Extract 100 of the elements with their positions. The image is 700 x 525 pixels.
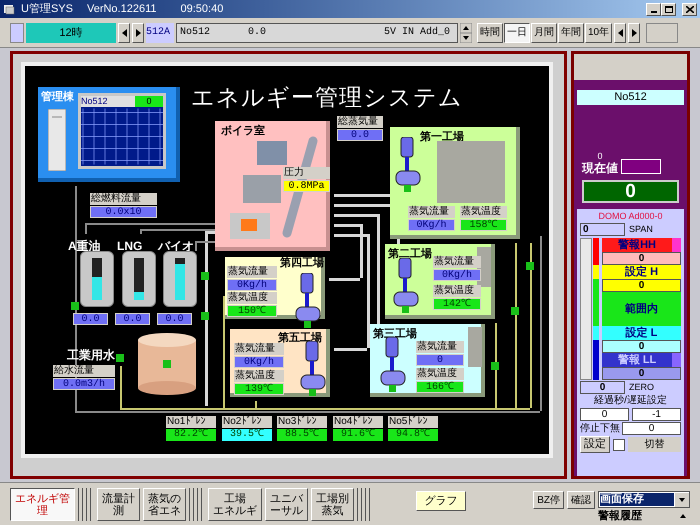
range-label: 範囲内 [602,292,681,326]
setting-field: 0 [602,278,681,292]
span-label: SPAN [629,223,653,236]
channel-name: No512 [180,26,212,40]
pump-drawing [395,137,421,193]
junction-marker [116,354,124,362]
field-label: 圧力 [283,167,330,179]
app-title: U管理SYS [21,2,73,17]
stop-field: 0 [622,422,681,435]
junction-marker [201,312,209,320]
spin-control[interactable] [460,22,472,42]
alarm-indicator [672,238,681,252]
junction-marker [511,307,519,315]
factory-title: 第五工場 [278,330,322,346]
current-value-display: 0 [582,180,679,203]
water-tank-drawing [137,332,197,396]
tank-label: LNG [117,238,142,255]
action-button[interactable]: 確認 [567,491,595,509]
value-display: 82.2℃ [166,429,216,441]
clock-text: 09:50:40 [180,2,224,17]
water-label: 工業用水 [67,347,115,364]
switch-checkbox[interactable] [613,438,626,450]
switch-label: 切替 [628,437,681,452]
module-tab[interactable]: 工場別 蒸気 [311,488,354,521]
field-label: 蒸気温度 [433,285,481,297]
maximize-button[interactable] [661,2,676,16]
left-arrow-icon [122,28,126,36]
delay-title: 経過秒/遅延設定 [593,395,668,407]
right-arrow-icon [632,28,637,36]
pump-drawing [295,273,321,329]
setting-label: 設定 H [602,264,681,278]
field-label: No3ﾄﾞﾚﾝ [277,416,327,428]
zero-label: ZERO [629,380,654,394]
right-arrow-icon [136,28,140,36]
value-display: 94.8℃ [388,429,438,441]
small-value: 0 [598,151,603,161]
module-tab[interactable]: 流量計 測 [97,488,140,521]
stop-label: 停止下無 [580,422,620,434]
field-label: 蒸気流量 [234,343,284,355]
system-title: エネルギー管理システム [191,83,463,112]
field-label: 蒸気流量 [227,266,277,278]
range-tab[interactable]: 時間 [477,22,503,42]
previous-button[interactable] [118,22,130,42]
junction-marker [71,302,79,310]
setting-label: 設定 L [602,326,681,340]
field-label: 総燃料流量 [90,193,157,205]
field-label: 蒸気温度 [227,292,277,304]
value-display: 88.5℃ [277,429,327,441]
close-icon [686,6,694,12]
app-icon [3,3,15,15]
next-button[interactable] [132,22,144,42]
value-display: 0.0 [337,129,383,141]
value-display: 91.6℃ [333,429,383,441]
value-display: 39.5℃ [222,429,272,441]
channel-field: No512 [577,90,684,105]
value-display: 0Kg/h [234,356,284,368]
field-label: 蒸気温度 [416,368,464,380]
photo-placeholder [437,141,505,203]
value-display: 0.0 [73,313,108,325]
minimize-button[interactable] [646,2,661,16]
channel-value: 0.0 [248,26,266,40]
save-select[interactable]: 画面保存 [598,491,690,508]
current-field [621,159,662,174]
setting-field: 0 [602,340,681,352]
close-button[interactable] [682,2,697,16]
module-tab[interactable]: エネルギ管 理 [10,488,75,521]
value-display: 0 [135,96,163,107]
next-button[interactable] [628,22,640,42]
delay-field: -1 [632,408,682,421]
span-field: 0 [580,223,626,236]
computer-tower-drawing [48,109,66,171]
period-field[interactable]: 12時 [26,22,116,42]
input-type: 5V IN Add_0 [384,26,450,40]
value-display: 0.0 [157,313,192,325]
junction-marker [526,262,534,270]
field-label: 蒸気流量 [416,341,464,353]
module-tab[interactable]: 工場 エネルギ [208,488,262,521]
pump-drawing [380,337,406,393]
value-display: 0 [416,354,464,366]
current-value-label: 現在値 [582,161,618,175]
panel-label: ボイラ室 [221,124,265,139]
range-tab[interactable]: 一日 [504,22,530,42]
previous-button[interactable] [614,22,626,42]
junction-marker [491,362,499,370]
range-tab[interactable]: 月間 [531,22,557,42]
status-field [10,22,24,42]
graph-button[interactable]: グラフ [416,491,466,511]
value-display: 158℃ [460,219,507,231]
steam-pipe [334,194,390,197]
value-display: 0.0 [115,313,150,325]
module-tab[interactable]: ユニバ ーサル [265,488,308,521]
range-tab[interactable]: 年間 [558,22,584,42]
action-button[interactable]: BZ停 [533,491,564,509]
range-tab[interactable]: 10年 [585,22,612,42]
value-display: 0.8MPa [283,180,330,192]
set-button[interactable]: 設定 [580,436,610,453]
factory-title: 第四工場 [280,256,324,271]
module-tab[interactable]: 蒸気の 省エネ [143,488,186,521]
field-label: 蒸気温度 [234,370,284,382]
field-label: No2ﾄﾞﾚﾝ [222,416,272,428]
